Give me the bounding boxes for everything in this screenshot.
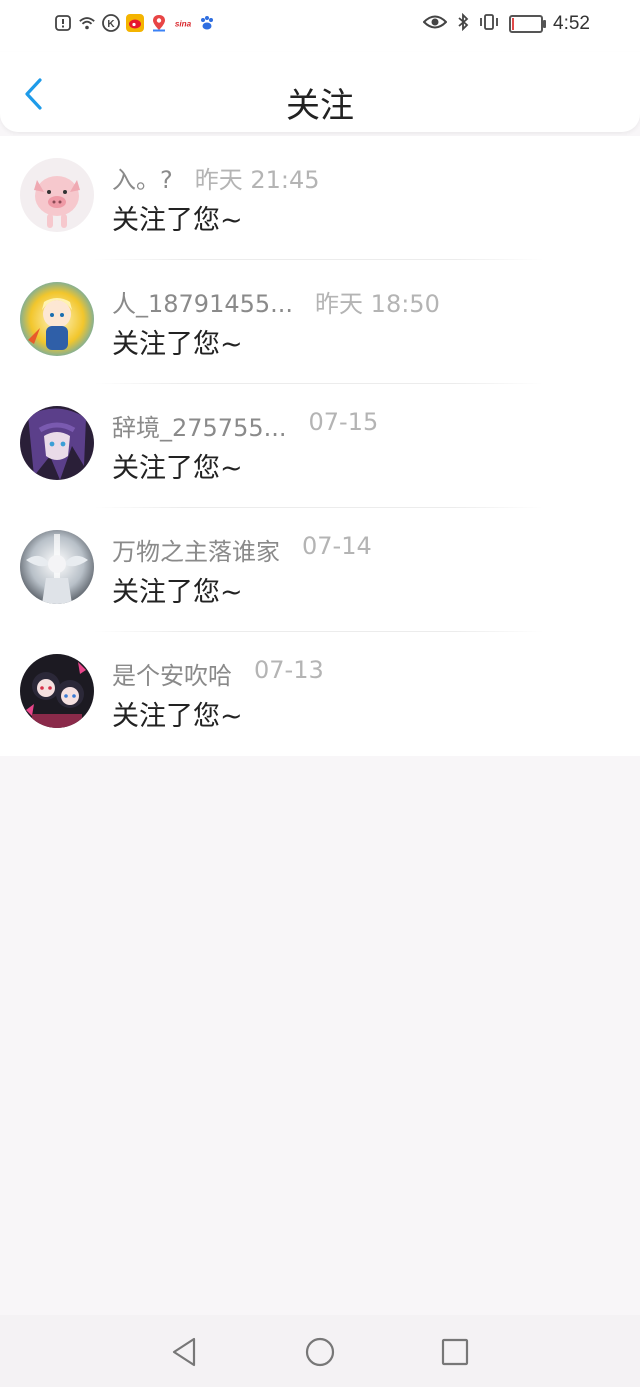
alert-icon	[54, 14, 72, 32]
user-name[interactable]: 万物之主落谁家	[112, 532, 280, 567]
list-item[interactable]: 万物之主落谁家 07-14 关注了您~	[0, 508, 640, 632]
notification-message: 关注了您~	[112, 701, 243, 732]
notification-message: 关注了您~	[112, 577, 243, 608]
vibrate-icon	[479, 13, 499, 35]
list-item[interactable]: 辞境_275755... 07-15 关注了您~	[0, 384, 640, 508]
user-name[interactable]: 辞境_275755...	[112, 408, 287, 443]
follow-notification-list: 入。? 昨天 21:45 关注了您~ 人_18791455... 昨天 18:5…	[0, 136, 640, 756]
status-bar: K sina 4:52	[0, 0, 640, 52]
timestamp: 昨天 18:50	[315, 290, 440, 318]
svg-text:sina: sina	[175, 19, 192, 28]
notification-message: 关注了您~	[112, 205, 243, 236]
nav-recents-button[interactable]	[438, 1335, 472, 1369]
avatar[interactable]	[20, 158, 94, 232]
page-title: 关注	[286, 86, 354, 126]
list-item[interactable]: 是个安吹哈 07-13 关注了您~	[0, 632, 640, 756]
k-app-icon: K	[102, 14, 120, 32]
notification-message: 关注了您~	[112, 453, 243, 484]
name-row: 入。? 昨天 21:45	[112, 160, 320, 195]
notification-message: 关注了您~	[112, 329, 243, 360]
name-row: 辞境_275755... 07-15	[112, 408, 378, 443]
nav-home-button[interactable]	[303, 1335, 337, 1369]
timestamp: 07-15	[308, 408, 379, 436]
avatar[interactable]	[20, 406, 94, 480]
timestamp: 07-14	[302, 532, 372, 560]
recents-square-icon	[441, 1338, 469, 1366]
battery-level	[512, 18, 515, 30]
map-app-icon	[150, 14, 168, 32]
user-name[interactable]: 是个安吹哈	[112, 656, 232, 691]
back-triangle-icon	[172, 1337, 196, 1367]
wifi-icon	[78, 14, 96, 32]
eye-icon	[422, 14, 448, 34]
weibo-app-icon	[126, 14, 144, 32]
name-row: 万物之主落谁家 07-14	[112, 532, 372, 567]
app-header: 关注	[0, 52, 640, 132]
system-nav-bar	[0, 1315, 640, 1387]
avatar[interactable]	[20, 282, 94, 356]
home-circle-icon	[305, 1337, 335, 1367]
nav-back-button[interactable]	[168, 1335, 202, 1369]
user-name[interactable]: 入。?	[112, 160, 173, 195]
battery-icon	[509, 15, 547, 33]
list-item[interactable]: 入。? 昨天 21:45 关注了您~	[0, 136, 640, 260]
status-time: 4:52	[553, 13, 590, 34]
avatar[interactable]	[20, 654, 94, 728]
baidu-app-icon	[198, 14, 216, 32]
name-row: 是个安吹哈 07-13	[112, 656, 324, 691]
list-item[interactable]: 人_18791455... 昨天 18:50 关注了您~	[0, 260, 640, 384]
user-name[interactable]: 人_18791455...	[112, 284, 293, 319]
bluetooth-icon	[457, 12, 469, 35]
timestamp: 昨天 21:45	[194, 166, 320, 194]
avatar[interactable]	[20, 530, 94, 604]
timestamp: 07-13	[254, 656, 324, 684]
status-left-icons: K sina	[54, 14, 216, 32]
status-right-icons: 4:52	[422, 12, 590, 35]
svg-text:K: K	[107, 19, 115, 30]
sina-app-icon: sina	[174, 14, 192, 32]
name-row: 人_18791455... 昨天 18:50	[112, 284, 440, 319]
